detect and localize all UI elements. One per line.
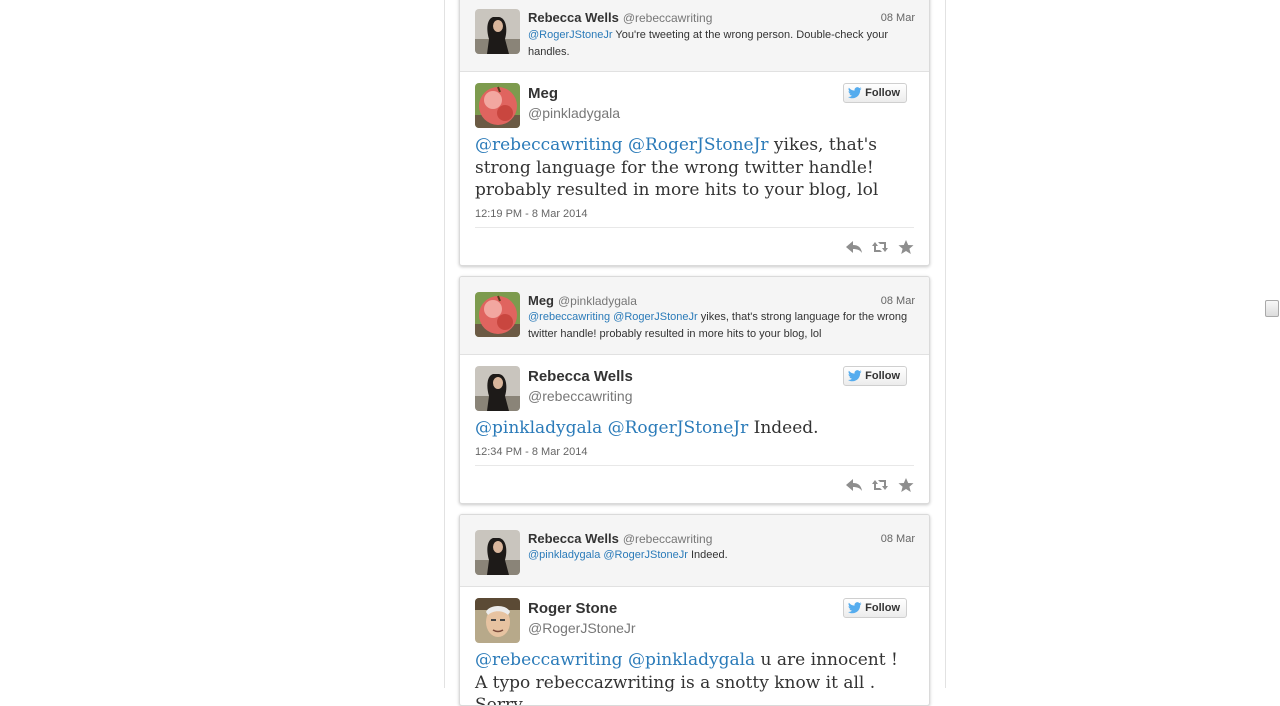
parent-author-handle[interactable]: @rebeccawriting [623, 532, 713, 546]
parent-author-handle[interactable]: @pinkladygala [558, 294, 637, 308]
author-handle[interactable]: @pinkladygala [528, 105, 620, 121]
parent-tweet[interactable]: Rebecca Wells @rebeccawriting 08 Mar @pin… [460, 515, 929, 587]
parent-text-body: Indeed. [687, 549, 728, 561]
retweet-icon[interactable] [871, 477, 889, 493]
parent-text: @pinkladygala @RogerJStoneJr Indeed. [528, 547, 908, 564]
mention-link[interactable]: @RogerJStoneJr [603, 549, 688, 561]
mention-link[interactable]: @pinkladygala [475, 418, 602, 438]
avatar[interactable] [475, 9, 520, 54]
avatar[interactable] [475, 292, 520, 337]
parent-author-name[interactable]: Rebecca Wells [528, 10, 619, 25]
parent-text: @rebeccawriting @RogerJStoneJr yikes, th… [528, 309, 908, 343]
mention-link[interactable]: @rebeccawriting [475, 135, 623, 155]
author-handle[interactable]: @RogerJStoneJr [528, 620, 636, 636]
twitter-bird-icon [848, 602, 862, 614]
tweet-card: Meg @pinkladygala 08 Mar @rebeccawriting … [459, 276, 930, 504]
tweet-text: @pinkladygala @RogerJStoneJr Indeed. [475, 417, 915, 440]
scrollbar-thumb[interactable] [1265, 300, 1279, 317]
follow-label: Follow [865, 87, 900, 99]
mention-link[interactable]: @rebeccawriting [528, 311, 610, 323]
tweet-card: Rebecca Wells @rebeccawriting 08 Mar @pin… [459, 514, 930, 706]
author-name[interactable]: Meg [528, 85, 558, 102]
avatar[interactable] [475, 598, 520, 643]
avatar[interactable] [475, 530, 520, 575]
mention-link[interactable]: @RogerJStoneJr [608, 418, 749, 438]
parent-author-name[interactable]: Rebecca Wells [528, 531, 619, 546]
divider [475, 227, 914, 228]
mention-link[interactable]: @RogerJStoneJr [628, 135, 769, 155]
scrollbar[interactable] [1263, 0, 1280, 688]
author-handle[interactable]: @rebeccawriting [528, 388, 632, 404]
parent-tweet[interactable]: Meg @pinkladygala 08 Mar @rebeccawriting … [460, 277, 929, 355]
twitter-bird-icon [848, 370, 862, 382]
mention-link[interactable]: @RogerJStoneJr [528, 29, 613, 41]
parent-date[interactable]: 08 Mar [881, 295, 915, 307]
follow-button[interactable]: Follow [843, 366, 907, 386]
mention-link[interactable]: @pinkladygala [628, 650, 755, 670]
parent-author-name[interactable]: Meg [528, 293, 554, 308]
tweet-actions [845, 239, 915, 255]
tweet-timestamp[interactable]: 12:34 PM - 8 Mar 2014 [475, 446, 588, 458]
mention-link[interactable]: @pinkladygala [528, 549, 600, 561]
parent-tweet[interactable]: Rebecca Wells @rebeccawriting 08 Mar @Rog… [460, 0, 929, 72]
star-icon[interactable] [897, 239, 915, 255]
author-name[interactable]: Roger Stone [528, 600, 617, 617]
tweet-text-body: Indeed. [748, 418, 819, 438]
follow-label: Follow [865, 370, 900, 382]
parent-text: @RogerJStoneJr You're tweeting at the wr… [528, 27, 908, 61]
follow-label: Follow [865, 602, 900, 614]
tweet-timestamp[interactable]: 12:19 PM - 8 Mar 2014 [475, 208, 588, 220]
parent-date[interactable]: 08 Mar [881, 12, 915, 24]
twitter-bird-icon [848, 87, 862, 99]
parent-author[interactable]: Meg @pinkladygala [528, 293, 637, 308]
tweet-text: @rebeccawriting @RogerJStoneJr yikes, th… [475, 134, 915, 202]
reply-icon[interactable] [845, 477, 863, 493]
divider [475, 465, 914, 466]
author-name[interactable]: Rebecca Wells [528, 368, 633, 385]
tweet-card: Rebecca Wells @rebeccawriting 08 Mar @Rog… [459, 0, 930, 266]
tweet-text: @rebeccawriting @pinkladygala u are inno… [475, 649, 915, 705]
tweet-actions [845, 477, 915, 493]
mention-link[interactable]: @rebeccawriting [475, 650, 623, 670]
star-icon[interactable] [897, 477, 915, 493]
parent-author[interactable]: Rebecca Wells @rebeccawriting [528, 531, 712, 546]
retweet-icon[interactable] [871, 239, 889, 255]
follow-button[interactable]: Follow [843, 598, 907, 618]
avatar[interactable] [475, 366, 520, 411]
avatar[interactable] [475, 83, 520, 128]
mention-link[interactable]: @RogerJStoneJr [613, 311, 698, 323]
reply-icon[interactable] [845, 239, 863, 255]
parent-date[interactable]: 08 Mar [881, 533, 915, 545]
parent-author-handle[interactable]: @rebeccawriting [623, 11, 713, 25]
follow-button[interactable]: Follow [843, 83, 907, 103]
parent-author[interactable]: Rebecca Wells @rebeccawriting [528, 10, 712, 25]
